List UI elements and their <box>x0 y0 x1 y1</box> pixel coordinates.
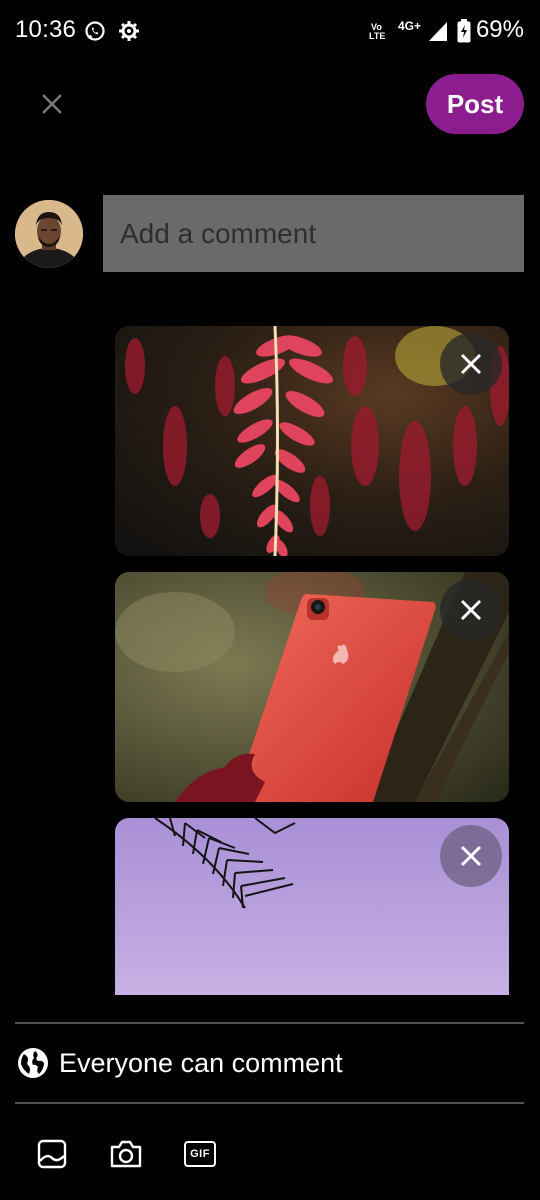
close-icon <box>460 845 482 867</box>
gear-icon <box>118 20 140 47</box>
gif-icon: GIF <box>184 1141 216 1167</box>
status-bar: 10:36 Vo LTE 4G+ 69% <box>0 0 540 64</box>
remove-media-button[interactable] <box>440 579 502 641</box>
avatar <box>15 200 83 268</box>
comment-input[interactable] <box>103 195 524 272</box>
media-item-flowers <box>115 326 509 556</box>
divider-top <box>15 1022 524 1024</box>
whatsapp-icon <box>84 20 106 47</box>
camera-icon <box>110 1140 142 1168</box>
volte-bottom: LTE <box>369 31 386 41</box>
remove-media-button[interactable] <box>440 825 502 887</box>
camera-button[interactable] <box>106 1134 146 1174</box>
battery-icon <box>457 19 471 48</box>
image-icon <box>37 1139 67 1169</box>
media-item-palm <box>115 818 509 995</box>
reply-audience-label: Everyone can comment <box>59 1047 343 1078</box>
close-button[interactable] <box>32 84 72 124</box>
post-button[interactable]: Post <box>426 74 524 134</box>
network-type: 4G+ <box>398 19 422 33</box>
add-image-button[interactable] <box>32 1134 72 1174</box>
close-icon <box>42 94 62 114</box>
globe-icon <box>18 1048 48 1078</box>
battery-percent: 69% <box>475 16 524 43</box>
reply-audience-button[interactable]: Everyone can comment <box>17 1044 343 1082</box>
close-icon <box>460 599 482 621</box>
gif-icon-label: GIF <box>190 1148 210 1160</box>
status-time: 10:36 <box>15 16 77 43</box>
close-icon <box>460 353 482 375</box>
divider-bottom <box>15 1102 524 1104</box>
signal-icon <box>428 20 448 47</box>
media-item-phone <box>115 572 509 802</box>
gif-button[interactable]: GIF <box>180 1134 220 1174</box>
remove-media-button[interactable] <box>440 333 502 395</box>
